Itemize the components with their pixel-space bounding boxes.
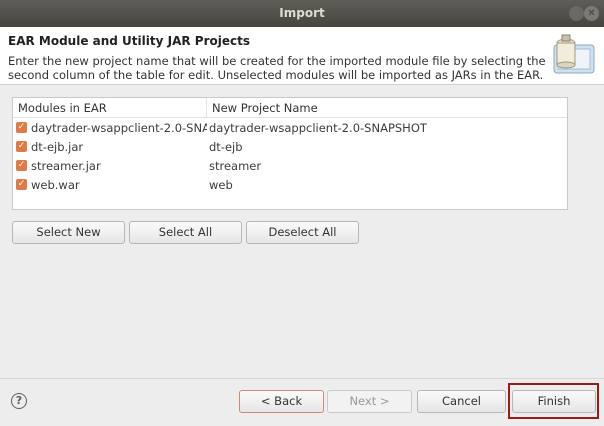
wizard-header: EAR Module and Utility JAR Projects Ente…: [0, 27, 604, 85]
table-header: Modules in EAR New Project Name: [13, 98, 567, 118]
column-header-project-name[interactable]: New Project Name: [207, 98, 567, 117]
module-checkbox[interactable]: ✓: [16, 141, 27, 152]
import-jar-icon: [553, 34, 595, 74]
table-row[interactable]: ✓ streamer.jar streamer: [13, 156, 567, 175]
window-title: Import: [279, 6, 325, 20]
select-all-button[interactable]: Select All: [129, 221, 242, 244]
module-name: daytrader-wsappclient-2.0-SNAPSHOT: [31, 120, 207, 135]
module-name: web.war: [31, 177, 80, 192]
table-row[interactable]: ✓ dt-ejb.jar dt-ejb: [13, 137, 567, 156]
title-bar: Import ✕: [0, 0, 604, 27]
modules-table[interactable]: Modules in EAR New Project Name ✓ daytra…: [12, 97, 568, 210]
close-icon[interactable]: ✕: [584, 6, 599, 21]
module-cell: ✓ dt-ejb.jar: [13, 140, 207, 154]
module-checkbox[interactable]: ✓: [16, 179, 27, 190]
back-button[interactable]: < Back: [239, 390, 324, 413]
page-description: Enter the new project name that will be …: [8, 54, 546, 82]
module-checkbox[interactable]: ✓: [16, 122, 27, 133]
module-name: dt-ejb.jar: [31, 139, 84, 154]
project-name-cell[interactable]: streamer: [207, 159, 567, 173]
select-new-button[interactable]: Select New: [12, 221, 125, 244]
next-button[interactable]: Next >: [327, 390, 412, 413]
help-icon[interactable]: ?: [11, 393, 27, 409]
project-name-cell[interactable]: web: [207, 178, 567, 192]
project-name-cell[interactable]: daytrader-wsappclient-2.0-SNAPSHOT: [207, 121, 567, 135]
footer-divider: [0, 378, 604, 379]
module-checkbox[interactable]: ✓: [16, 160, 27, 171]
module-cell: ✓ daytrader-wsappclient-2.0-SNAPSHOT: [13, 121, 207, 135]
project-name-cell[interactable]: dt-ejb: [207, 140, 567, 154]
finish-button[interactable]: Finish: [512, 390, 596, 413]
module-cell: ✓ web.war: [13, 178, 207, 192]
table-row[interactable]: ✓ daytrader-wsappclient-2.0-SNAPSHOT day…: [13, 118, 567, 137]
cancel-button[interactable]: Cancel: [417, 390, 506, 413]
deselect-all-button[interactable]: Deselect All: [246, 221, 359, 244]
module-cell: ✓ streamer.jar: [13, 159, 207, 173]
minimize-icon[interactable]: [569, 6, 584, 21]
column-header-modules[interactable]: Modules in EAR: [13, 98, 207, 117]
module-name: streamer.jar: [31, 158, 101, 173]
page-title: EAR Module and Utility JAR Projects: [8, 34, 250, 48]
table-row[interactable]: ✓ web.war web: [13, 175, 567, 194]
